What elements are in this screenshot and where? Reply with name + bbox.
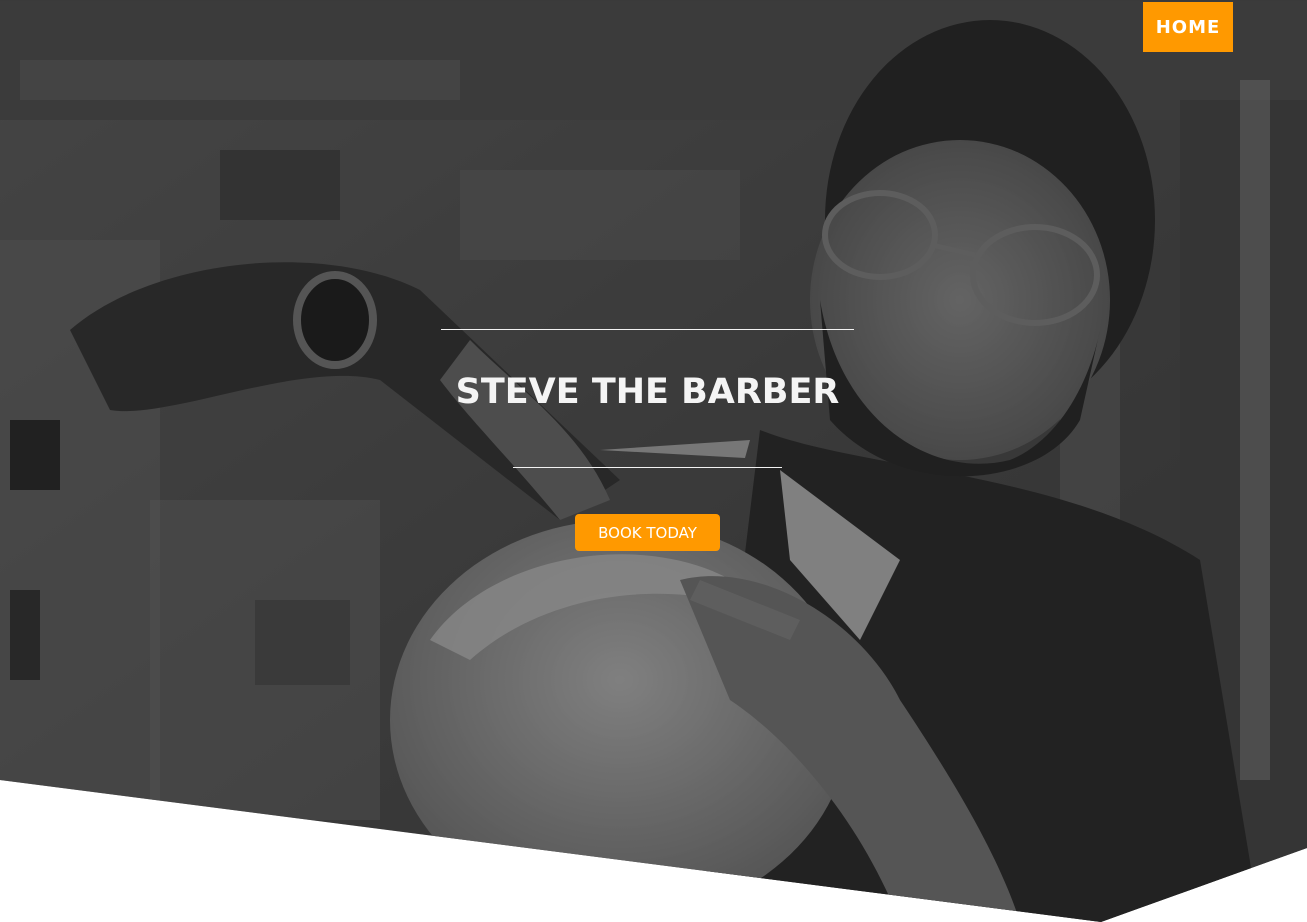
hero-dark-overlay	[0, 0, 1307, 922]
title-divider-top	[441, 329, 854, 330]
hero-section	[0, 0, 1307, 922]
book-today-button[interactable]: BOOK TODAY	[575, 514, 720, 551]
page: HOME STEVE THE BARBER BOOK TODAY	[0, 0, 1307, 922]
top-border	[0, 0, 1307, 1]
title-divider-bottom	[513, 467, 782, 468]
nav-home-link[interactable]: HOME	[1143, 2, 1233, 52]
hero-title: STEVE THE BARBER	[455, 372, 840, 412]
